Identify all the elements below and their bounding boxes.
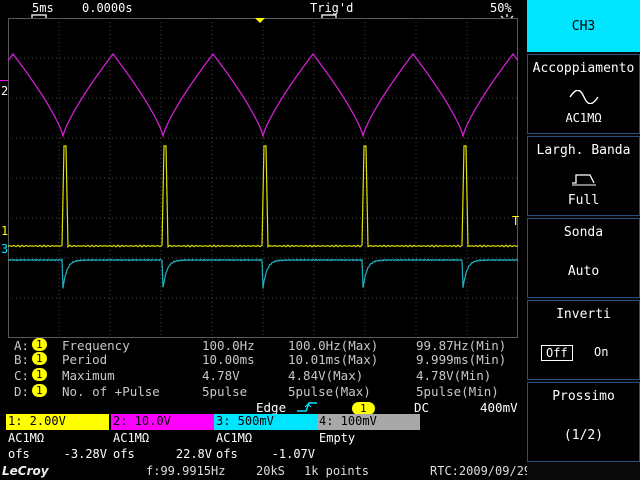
measurement-max: 10.01ms(Max) — [288, 352, 379, 367]
measurement-name: Period — [62, 352, 108, 367]
measurement-row[interactable]: B: 1 Period 10.00ms 10.01ms(Max) 9.999ms… — [0, 352, 526, 368]
trigger-state: Trig'd — [310, 1, 354, 15]
trigger-level-marker[interactable]: T — [512, 214, 519, 228]
trigger-type: Edge — [256, 400, 287, 415]
measurement-value: 5pulse — [202, 384, 248, 399]
measurement-slot: A: — [14, 338, 30, 353]
bandwidth-filter-icon — [570, 171, 598, 191]
channel-3-offset-label: ofs — [216, 447, 238, 461]
measurement-name: No. of +Pulse — [62, 384, 160, 399]
trigger-info[interactable]: Edge 1 DC 400mV — [0, 400, 526, 415]
ac-coupling-icon — [568, 89, 600, 108]
invert-title: Inverti — [556, 307, 611, 322]
invert-on-option[interactable]: On — [588, 345, 615, 359]
channel-1-coupling: AC1MΩ — [8, 431, 45, 445]
channel-4-scale: 4: 100mV — [317, 414, 420, 430]
probe-value: Auto — [567, 264, 600, 279]
channel-1-scale: 1: 2.00V — [6, 414, 109, 430]
waveform-display[interactable] — [7, 18, 519, 338]
measurement-slot: C: — [14, 368, 30, 383]
measurement-name: Maximum — [62, 368, 115, 383]
channel-3-box[interactable]: 3: 500mV AC1MΩ ofs -1.07V — [214, 414, 317, 464]
channel-2-coupling: AC1MΩ — [113, 431, 150, 445]
timebase-value: 5ms — [32, 1, 54, 15]
channel-2-offset: 22.8V — [175, 447, 212, 461]
delay-value: 0.0000s — [82, 1, 133, 15]
measurement-channel-badge: 1 — [32, 384, 47, 397]
measurement-max: 5pulse(Max) — [288, 384, 371, 399]
ch2-marker[interactable]: 2 — [1, 84, 8, 98]
sample-rate: 20kS — [256, 464, 285, 478]
coupling-button[interactable]: Accoppiamento AC1MΩ — [527, 54, 640, 134]
channel-1-box[interactable]: 1: 2.00V AC1MΩ ofs -3.28V — [6, 414, 109, 464]
channel-2-scale: 2: 10.0V — [111, 414, 214, 430]
measurement-max: 100.0Hz(Max) — [288, 338, 379, 353]
measurement-channel-badge: 1 — [32, 368, 47, 381]
measurement-table: A: 1 Frequency 100.0Hz 100.0Hz(Max) 99.8… — [0, 338, 526, 402]
next-page-value: (1/2) — [563, 428, 604, 443]
measurement-value: 10.00ms — [202, 352, 255, 367]
ch2-marker-line — [0, 80, 8, 81]
trigger-level: 400mV — [480, 400, 518, 415]
measurement-max: 4.84V(Max) — [288, 368, 364, 383]
bandwidth-button[interactable]: Largh. Banda Full — [527, 136, 640, 216]
measurement-value: 100.0Hz — [202, 338, 255, 353]
menu-channel-label: CH3 — [571, 19, 596, 34]
channel-1-offset: -3.28V — [63, 447, 107, 461]
invert-off-option[interactable]: Off — [541, 345, 573, 361]
channel-2-box[interactable]: 2: 10.0V AC1MΩ ofs 22.8V — [111, 414, 214, 464]
coupling-value: AC1MΩ — [565, 111, 602, 125]
status-bar: 5ms 0.0000s Trig'd 50% — [0, 0, 526, 30]
menu-channel-header[interactable]: CH3 — [527, 0, 640, 52]
brand-logo: LeCroy — [2, 464, 49, 478]
measurement-name: Frequency — [62, 338, 130, 353]
channel-1-offset-label: ofs — [8, 447, 30, 461]
measurement-min: 9.999ms(Min) — [416, 352, 507, 367]
measurement-slot: B: — [14, 352, 30, 367]
next-page-title: Prossimo — [552, 389, 615, 404]
measurement-min: 5pulse(Min) — [416, 384, 499, 399]
measurement-slot: D: — [14, 384, 30, 399]
measurement-min: 4.78V(Min) — [416, 368, 492, 383]
probe-button[interactable]: Sonda Auto — [527, 218, 640, 298]
channel-2-offset-label: ofs — [113, 447, 135, 461]
coupling-title: Accoppiamento — [532, 61, 635, 76]
measurement-row[interactable]: D: 1 No. of +Pulse 5pulse 5pulse(Max) 5p… — [0, 384, 526, 400]
channel-3-offset: -1.07V — [271, 447, 315, 461]
record-length: 1k points — [304, 464, 370, 478]
measurement-channel-badge: 1 — [32, 352, 47, 365]
ch1-marker[interactable]: 1 — [1, 224, 8, 238]
trigger-coupling: DC — [414, 400, 430, 415]
measurement-row[interactable]: C: 1 Maximum 4.78V 4.84V(Max) 4.78V(Min) — [0, 368, 526, 384]
brightness-value: 50% — [490, 1, 512, 15]
bandwidth-value: Full — [567, 193, 600, 208]
next-page-button[interactable]: Prossimo (1/2) — [527, 382, 640, 462]
channel-3-scale: 3: 500mV — [214, 414, 317, 430]
measurement-min: 99.87Hz(Min) — [416, 338, 507, 353]
measurement-channel-badge: 1 — [32, 338, 47, 351]
bandwidth-title: Largh. Banda — [536, 143, 631, 158]
side-menu: CH3 Accoppiamento AC1MΩ Largh. Banda Ful… — [527, 0, 640, 480]
measurement-value: 4.78V — [202, 368, 240, 383]
probe-title: Sonda — [563, 225, 604, 240]
channel-4-coupling: Empty — [319, 431, 356, 445]
invert-button[interactable]: Inverti Off On — [527, 300, 640, 380]
channel-4-box[interactable]: 4: 100mV Empty — [317, 414, 420, 464]
trigger-frequency: f:99.9915Hz — [146, 464, 226, 478]
channel-3-coupling: AC1MΩ — [216, 431, 253, 445]
ch3-marker[interactable]: 3 — [1, 242, 8, 256]
